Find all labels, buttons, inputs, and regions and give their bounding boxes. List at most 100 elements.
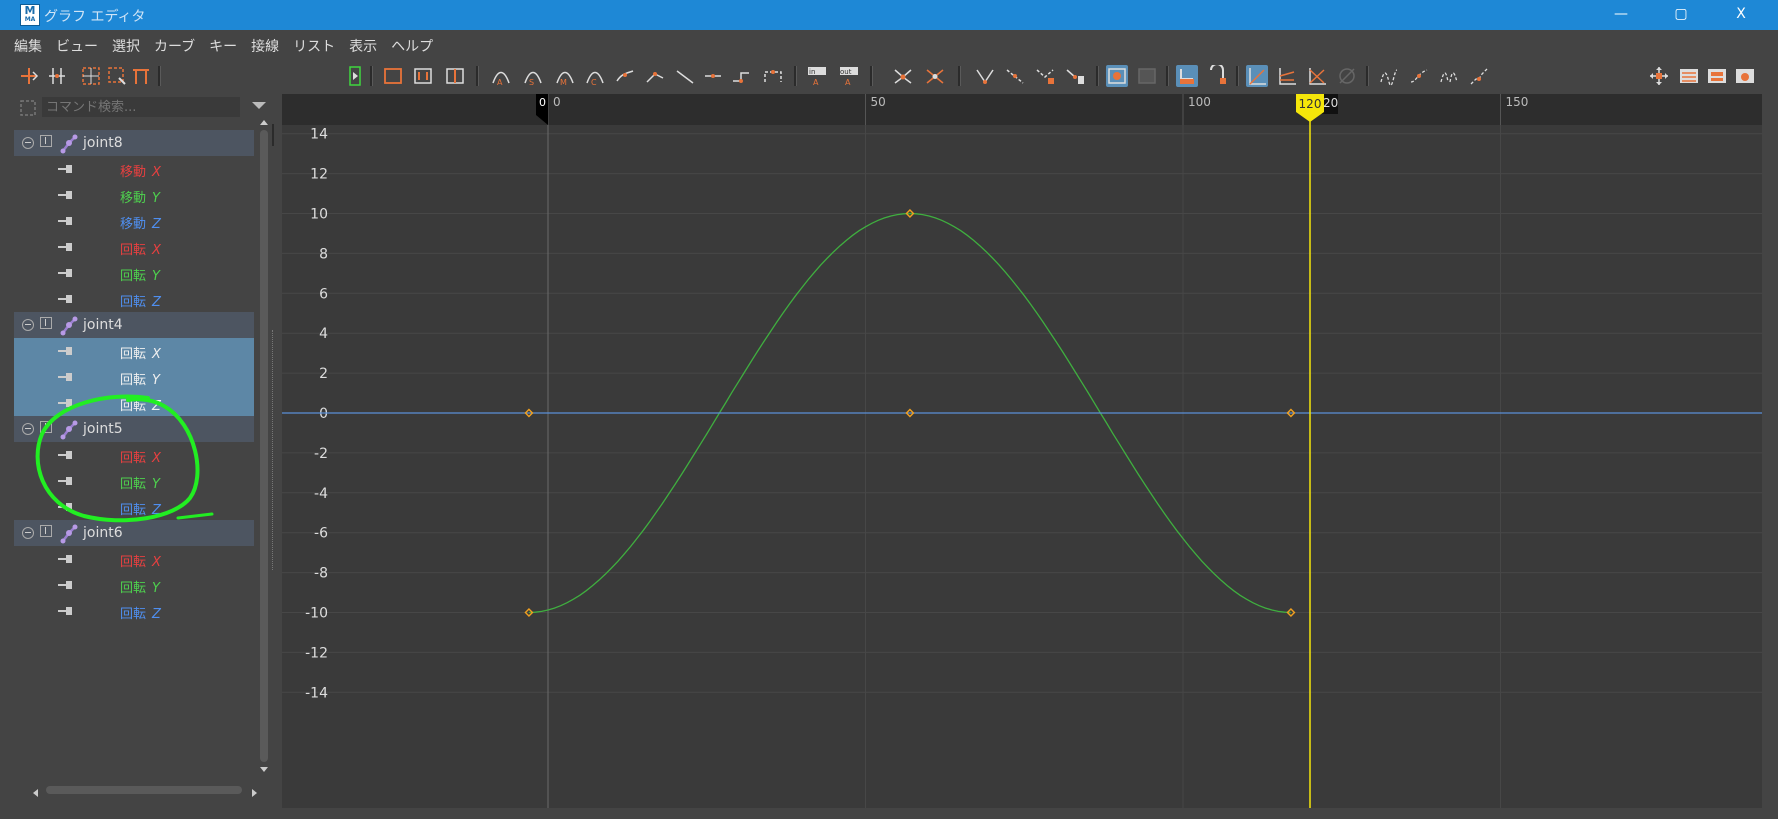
insert-key-tool-icon[interactable]	[46, 65, 68, 87]
vertical-scroll-thumb[interactable]	[260, 130, 268, 762]
collapse-icon[interactable]	[22, 527, 34, 539]
menu-select[interactable]: 選択	[112, 36, 140, 58]
attribute-name: 移動	[120, 191, 147, 206]
trax-editor-icon[interactable]	[1706, 65, 1728, 87]
outliner-node-joint5[interactable]: joint5	[14, 416, 254, 442]
retime-tool-icon[interactable]	[130, 65, 152, 87]
value-snap-icon[interactable]	[1206, 63, 1228, 87]
swap-buffer-curve-icon[interactable]	[1136, 65, 1158, 87]
in-tangent-icon[interactable]: in A	[806, 65, 828, 87]
outliner-node-joint4[interactable]: joint4	[14, 312, 254, 338]
pre-infinity-cycle-icon[interactable]	[1378, 65, 1400, 87]
expand-icon[interactable]	[40, 525, 52, 537]
break-tangents-icon[interactable]	[892, 65, 914, 87]
plateau-tangent-icon[interactable]: C	[584, 65, 606, 87]
menu-tangents[interactable]: 接線	[251, 36, 279, 58]
outliner-attribute-row[interactable]: 移動 Z	[14, 208, 254, 234]
minimize-button[interactable]: —	[1594, 0, 1648, 28]
command-search-input[interactable]	[42, 97, 240, 117]
outliner-attribute-row[interactable]: 回転 Y	[14, 468, 254, 494]
absolute-view-icon[interactable]	[1246, 65, 1268, 87]
oscillate-icon[interactable]	[1468, 65, 1490, 87]
horizontal-scroll-thumb[interactable]	[46, 786, 242, 794]
spline-preview-icon[interactable]	[762, 65, 784, 87]
svg-text:A: A	[845, 78, 851, 87]
outliner-vertical-scrollbar[interactable]	[258, 116, 270, 776]
step-tangent-icon[interactable]	[702, 65, 724, 87]
outliner-attribute-row[interactable]: 移動 Y	[14, 182, 254, 208]
lattice-deform-icon[interactable]	[80, 65, 102, 87]
time-ruler[interactable]	[282, 94, 1762, 125]
maximize-button[interactable]: ▢	[1654, 0, 1708, 28]
outliner-node-joint6[interactable]: joint6	[14, 520, 254, 546]
smooth-tangent-icon[interactable]	[614, 65, 636, 87]
outliner-horizontal-scrollbar[interactable]	[30, 784, 260, 797]
frame-all-icon[interactable]	[382, 65, 404, 87]
outliner-attribute-row[interactable]: 回転 Z	[14, 390, 254, 416]
linear-tangent-icon[interactable]	[644, 65, 666, 87]
time-editor-icon[interactable]	[1734, 65, 1756, 87]
outliner-attribute-row[interactable]: 回転 Z	[14, 286, 254, 312]
attribute-curve-icon	[56, 397, 74, 409]
outliner-attribute-row[interactable]: 回転 Y	[14, 572, 254, 598]
buffer-curve-snapshot-icon[interactable]	[1106, 65, 1128, 87]
panel-splitter[interactable]	[272, 330, 276, 570]
chevron-down-icon[interactable]	[252, 102, 266, 109]
collapse-icon[interactable]	[22, 319, 34, 331]
lock-key-value-icon[interactable]	[1064, 65, 1086, 87]
outliner-attribute-row[interactable]: 回転 X	[14, 546, 254, 572]
auto-tangent-icon[interactable]: A	[490, 65, 512, 87]
close-button[interactable]: X	[1714, 0, 1768, 28]
outliner-attribute-row[interactable]: 回転 Z	[14, 598, 254, 624]
graph-view[interactable]: 0 50 100 150 0 14 12 10 8 6 4 2 0 -2 -4 -6 -8 -10 -12 -14 …	[282, 94, 1762, 808]
frame-selection-icon[interactable]	[1648, 65, 1670, 87]
outliner-attribute-row[interactable]: 回転 Y	[14, 364, 254, 390]
post-infinity-cycle-icon[interactable]	[1408, 65, 1430, 87]
expand-icon[interactable]	[40, 317, 52, 329]
spline-tangent-icon[interactable]: S	[522, 65, 544, 87]
unify-tangents-icon[interactable]	[924, 65, 946, 87]
menu-show[interactable]: 表示	[349, 36, 377, 58]
menu-edit[interactable]: 編集	[14, 36, 42, 58]
buffer-toggle-icon[interactable]	[344, 65, 366, 87]
menu-help[interactable]: ヘルプ	[391, 36, 433, 58]
outliner-node-joint8[interactable]: joint8	[14, 130, 254, 156]
center-current-time-icon[interactable]	[444, 65, 466, 87]
flat-tangent-icon[interactable]	[674, 65, 696, 87]
attribute-axis: Z	[152, 217, 161, 232]
toolbar-separator	[1096, 66, 1099, 86]
frame-playback-range-icon[interactable]	[412, 65, 434, 87]
curve-graph-canvas[interactable]: 0 50 100 1500 14121086420-2-4-6-8-10-12-14 …	[282, 94, 1762, 808]
region-tool-icon[interactable]	[106, 65, 128, 87]
out-tangent-icon[interactable]: out A	[838, 65, 860, 87]
menu-keys[interactable]: キー	[209, 36, 237, 58]
clamped-tangent-icon[interactable]: M	[554, 65, 576, 87]
collapse-icon[interactable]	[22, 423, 34, 435]
expand-icon[interactable]	[40, 135, 52, 147]
menu-curves[interactable]: カーブ	[154, 36, 195, 58]
outliner-attribute-row[interactable]: 回転 Z	[14, 494, 254, 520]
attribute-name: 回転	[120, 607, 147, 622]
lock-key-time-icon[interactable]	[1034, 65, 1056, 87]
expand-icon[interactable]	[40, 421, 52, 433]
normalized-view-icon[interactable]	[1306, 65, 1328, 87]
renormalize-icon[interactable]	[1336, 65, 1358, 87]
menu-bar: 編集 ビュー 選択 カーブ キー 接線 リスト 表示 ヘルプ	[14, 36, 447, 58]
cycle-with-offset-icon[interactable]	[1438, 65, 1460, 87]
outliner-attribute-row[interactable]: 回転 X	[14, 234, 254, 260]
time-snap-icon[interactable]	[1176, 65, 1198, 87]
stacked-view-icon[interactable]	[1276, 65, 1298, 87]
step-next-tangent-icon[interactable]	[730, 65, 752, 87]
move-key-tool-icon[interactable]	[18, 65, 40, 87]
y-tick-label: -12	[305, 645, 328, 661]
menu-list[interactable]: リスト	[293, 36, 335, 58]
dope-sheet-icon[interactable]	[1678, 65, 1700, 87]
outliner-attribute-row[interactable]: 移動 X	[14, 156, 254, 182]
outliner-attribute-row[interactable]: 回転 X	[14, 442, 254, 468]
outliner-attribute-row[interactable]: 回転 Y	[14, 260, 254, 286]
free-tangent-weight-icon[interactable]	[974, 65, 996, 87]
lock-tangent-weight-icon[interactable]	[1004, 65, 1026, 87]
collapse-icon[interactable]	[22, 137, 34, 149]
menu-view[interactable]: ビュー	[56, 36, 98, 58]
outliner-attribute-row[interactable]: 回転 X	[14, 338, 254, 364]
